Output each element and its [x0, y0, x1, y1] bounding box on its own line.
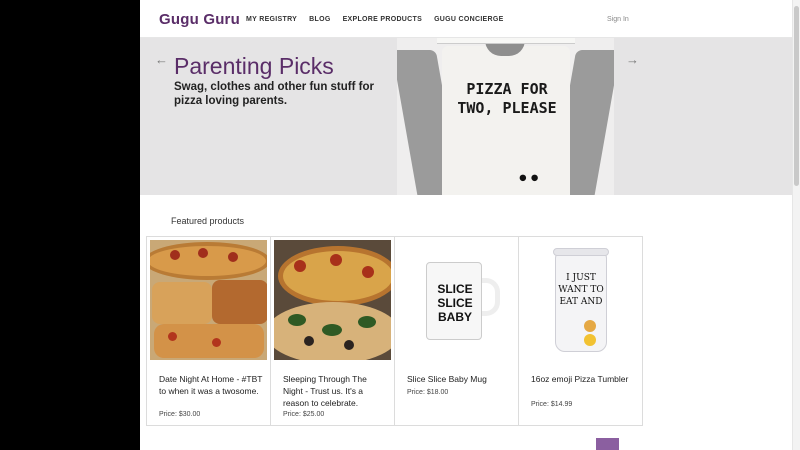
spinach — [358, 316, 376, 328]
product-price: Price: $14.99 — [531, 401, 573, 408]
logo[interactable]: Gugu Guru — [159, 11, 240, 28]
shirt-print-text: PIZZA FOR TWO, PLEASE — [457, 80, 557, 117]
pizza-top — [150, 242, 267, 280]
hero-banner: ← Parenting Picks Swag, clothes and othe… — [140, 38, 800, 195]
pizza-slice-right — [212, 280, 267, 324]
main-nav: MY REGISTRY BLOG EXPLORE PRODUCTS GUGU C… — [246, 16, 516, 23]
product-image-pizza[interactable] — [150, 240, 267, 360]
pizza-slice-bottom — [154, 324, 264, 358]
sign-in-link[interactable]: Sign In — [607, 16, 629, 23]
nav-blog[interactable]: BLOG — [309, 16, 330, 23]
scrollbar[interactable] — [792, 0, 800, 450]
search-button[interactable] — [596, 438, 619, 450]
product-name[interactable]: Slice Slice Baby Mug — [407, 373, 512, 385]
screen-frame: Gugu Guru MY REGISTRY BLOG EXPLORE PRODU… — [0, 0, 800, 450]
olive — [304, 336, 314, 346]
nav-my-registry[interactable]: MY REGISTRY — [246, 16, 297, 23]
scrollbar-thumb[interactable] — [794, 6, 799, 186]
product-image-tumbler[interactable]: I JUST WANT TO EAT AND — [522, 240, 639, 360]
featured-products-grid: Date Night At Home - #TBT to when it was… — [146, 236, 647, 426]
pepperoni — [198, 248, 208, 258]
product-card[interactable]: Date Night At Home - #TBT to when it was… — [146, 236, 271, 426]
pepperoni — [228, 252, 238, 262]
pepperoni — [212, 338, 221, 347]
arrow-right-icon[interactable]: → — [626, 52, 639, 67]
hero-shirt-image[interactable]: PIZZA FOR TWO, PLEASE ⚫⚫ — [397, 38, 614, 195]
spinach — [322, 324, 342, 336]
pepperoni — [294, 260, 306, 272]
product-name[interactable]: 16oz emoji Pizza Tumbler — [531, 373, 636, 385]
featured-title: Featured products — [171, 216, 245, 226]
shirt-body — [442, 46, 570, 195]
product-card[interactable]: I JUST WANT TO EAT AND 16oz emoji Pizza … — [518, 236, 643, 426]
browser-viewport: Gugu Guru MY REGISTRY BLOG EXPLORE PRODU… — [140, 0, 800, 450]
pepperoni — [330, 254, 342, 266]
product-card[interactable]: Sleeping Through The Night - Trust us. I… — [270, 236, 395, 426]
product-name[interactable]: Sleeping Through The Night - Trust us. I… — [283, 373, 388, 409]
arrow-left-icon[interactable]: ← — [155, 52, 168, 67]
spinach — [288, 314, 306, 326]
pizza-slice-left — [152, 282, 212, 324]
tumbler-print-text: I JUST WANT TO EAT AND — [558, 273, 604, 307]
pizza-emoji-icon — [584, 320, 596, 332]
hero-title: Parenting Picks — [174, 53, 334, 79]
tumbler-lid — [553, 248, 609, 256]
nav-explore-products[interactable]: EXPLORE PRODUCTS — [343, 16, 422, 23]
top-navigation: Gugu Guru MY REGISTRY BLOG EXPLORE PRODU… — [140, 0, 800, 38]
pepperoni — [168, 332, 177, 341]
product-image-mug[interactable]: SLICE SLICE BABY — [398, 240, 515, 360]
product-card[interactable]: SLICE SLICE BABY Slice Slice Baby Mug Pr… — [394, 236, 519, 426]
mug-print-text: SLICE SLICE BABY — [437, 282, 473, 324]
product-price: Price: $18.00 — [407, 389, 449, 396]
product-price: Price: $30.00 — [159, 411, 201, 418]
baby-feet-icon: ⚫⚫ — [517, 170, 541, 186]
hero-subtitle: Swag, clothes and other fun stuff for pi… — [174, 81, 374, 107]
product-name[interactable]: Date Night At Home - #TBT to when it was… — [159, 373, 264, 397]
pepperoni — [362, 266, 374, 278]
product-image-pizza-spinach[interactable] — [274, 240, 391, 360]
shirt-hanger — [437, 38, 575, 44]
mug-handle — [480, 278, 500, 316]
product-price: Price: $25.00 — [283, 411, 325, 418]
face-emoji-icon — [584, 334, 596, 346]
pepperoni — [170, 250, 180, 260]
nav-gugu-concierge[interactable]: GUGU CONCIERGE — [434, 16, 504, 23]
olive — [344, 340, 354, 350]
